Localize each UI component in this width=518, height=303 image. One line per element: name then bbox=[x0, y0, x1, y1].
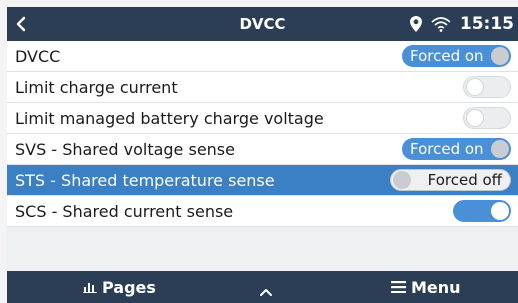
hamburger-icon bbox=[391, 278, 406, 297]
setting-row-limit-managed-battery-charge-voltage[interactable]: Limit managed battery charge voltage bbox=[7, 103, 518, 134]
clock: 15:15 bbox=[459, 14, 514, 34]
setting-row-limit-charge-current[interactable]: Limit charge current bbox=[7, 72, 518, 103]
setting-label: Limit managed battery charge voltage bbox=[15, 109, 324, 128]
switch-knob bbox=[393, 171, 411, 189]
setting-label: SVS - Shared voltage sense bbox=[15, 140, 235, 159]
chevron-up-icon[interactable] bbox=[259, 282, 273, 301]
pages-label: Pages bbox=[102, 278, 156, 297]
setting-label: DVCC bbox=[15, 47, 61, 66]
menu-button[interactable]: Menu bbox=[391, 278, 461, 297]
menu-label: Menu bbox=[411, 278, 461, 297]
setting-label: STS - Shared temperature sense bbox=[15, 171, 275, 190]
dvcc-switch[interactable]: Forced on bbox=[402, 45, 511, 67]
limit-battery-voltage-switch[interactable] bbox=[463, 107, 511, 129]
setting-row-svs[interactable]: SVS - Shared voltage sense Forced on bbox=[7, 134, 518, 165]
switch-knob bbox=[466, 109, 484, 127]
setting-row-scs[interactable]: SCS - Shared current sense bbox=[7, 196, 518, 227]
switch-state-text: Forced off bbox=[427, 171, 502, 189]
bottom-bar: Pages Menu bbox=[7, 271, 518, 303]
bar-chart-icon bbox=[83, 278, 97, 297]
switch-knob bbox=[491, 47, 509, 65]
setting-row-sts[interactable]: STS - Shared temperature sense Forced of… bbox=[7, 165, 518, 196]
svs-switch[interactable]: Forced on bbox=[402, 138, 511, 160]
scs-switch[interactable] bbox=[453, 200, 511, 222]
device-screen: DVCC 15:15 DVCC Forced on Limit charge c… bbox=[7, 7, 518, 303]
limit-charge-current-switch[interactable] bbox=[463, 76, 511, 98]
location-pin-icon bbox=[409, 15, 423, 33]
setting-label: SCS - Shared current sense bbox=[15, 202, 234, 221]
switch-knob bbox=[491, 202, 509, 220]
switch-knob bbox=[466, 78, 484, 96]
settings-list: DVCC Forced on Limit charge current Limi… bbox=[7, 41, 518, 227]
switch-state-text: Forced on bbox=[410, 140, 484, 158]
switch-state-text: Forced on bbox=[410, 47, 484, 65]
sts-switch[interactable]: Forced off bbox=[390, 169, 511, 191]
pages-button[interactable]: Pages bbox=[83, 278, 156, 297]
setting-row-dvcc[interactable]: DVCC Forced on bbox=[7, 41, 518, 72]
switch-knob bbox=[491, 140, 509, 158]
wifi-icon bbox=[430, 15, 452, 33]
top-bar: DVCC 15:15 bbox=[7, 7, 518, 41]
setting-label: Limit charge current bbox=[15, 78, 178, 97]
status-area: 15:15 bbox=[409, 12, 514, 36]
